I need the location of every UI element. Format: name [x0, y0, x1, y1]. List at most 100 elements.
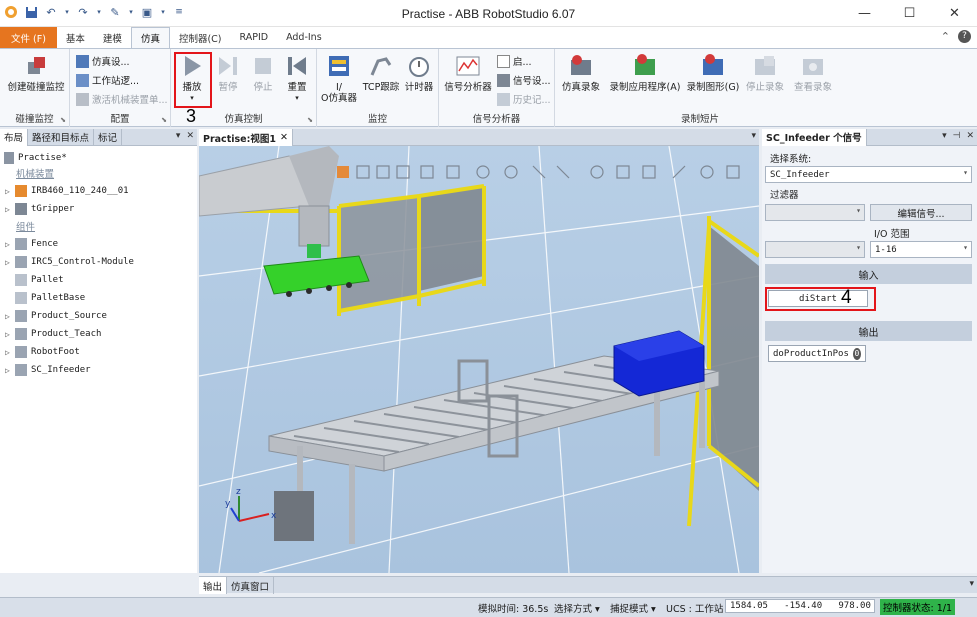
io-range-select[interactable]: 1-16 ▾ — [870, 241, 972, 258]
select-mode-dropdown[interactable]: 选择方式 ▾ — [554, 601, 600, 615]
config-group-launcher-icon[interactable]: ⬊ — [161, 116, 167, 124]
create-collision-monitor-label: 创建碰撞监控 — [7, 82, 65, 93]
tree-item-fence[interactable]: ▷ Fence — [5, 235, 58, 253]
output-signal-value[interactable]: 0 — [852, 347, 861, 360]
tab-modeling[interactable]: 建模 — [94, 27, 131, 48]
tree-item-pallet-base[interactable]: PalletBase — [15, 289, 85, 307]
snap-mode-dropdown[interactable]: 捕捉模式 ▾ — [610, 601, 656, 615]
panel-close-icon[interactable]: ✕ — [186, 131, 194, 141]
sim-control-group-launcher-icon[interactable]: ⬊ — [307, 116, 313, 124]
stop-record-label: 停止录象 — [745, 82, 784, 93]
expand-arrow-icon[interactable]: ▷ — [5, 366, 15, 375]
signals-pin-icon[interactable]: ⊣ — [953, 131, 961, 141]
tree-item-product-source[interactable]: ▷ Product_Source — [5, 307, 107, 325]
signal-setup-button[interactable]: 信号设... — [497, 72, 551, 88]
signals-menu-icon[interactable]: ▾ — [942, 131, 947, 141]
tree-item-gripper[interactable]: ▷ tGripper — [5, 200, 74, 218]
view1-close-icon[interactable]: ✕ — [280, 132, 288, 143]
station-scene[interactable]: z x y — [199, 146, 759, 573]
tab-simulation[interactable]: 仿真 — [130, 27, 170, 48]
tab-output[interactable]: 输出 — [199, 577, 228, 594]
controller-status-badge[interactable]: 控制器状态: 1/1 — [880, 599, 956, 615]
tree-item-robot-foot[interactable]: ▷ RobotFoot — [5, 343, 80, 361]
view-record-button[interactable]: 查看录象 — [791, 53, 835, 94]
svg-text:x: x — [271, 511, 277, 521]
tcp-trace-label: TCP跟踪 — [362, 82, 400, 93]
collision-group-label: 碰撞监控 — [15, 114, 54, 125]
create-collision-monitor-button[interactable]: 创建碰撞监控 — [4, 53, 68, 94]
tree-item-label: IRB460_110_240__01 — [31, 186, 129, 196]
output-signal-doproductinpos[interactable]: doProductInPos 0 — [768, 345, 866, 362]
output-menu-icon[interactable]: ▾ — [969, 579, 974, 589]
viewport-menu-icon[interactable]: ▾ — [751, 131, 756, 141]
expand-arrow-icon[interactable]: ▷ — [5, 330, 15, 339]
tab-paths-targets[interactable]: 路径和目标点 — [28, 128, 95, 146]
tab-rapid[interactable]: RAPID — [231, 27, 278, 48]
viewport-tabs: Practise:视图1 ✕ ▾ — [199, 129, 759, 146]
component-icon — [15, 364, 27, 376]
tab-file[interactable]: 文件 (F) — [0, 27, 57, 48]
expand-arrow-icon[interactable]: ▷ — [5, 312, 15, 321]
close-button[interactable]: ✕ — [932, 0, 977, 27]
io-simulator-button[interactable]: I/O仿真器 — [319, 53, 359, 104]
tab-signals[interactable]: SC_Infeeder 个信号 — [762, 128, 867, 146]
activate-mechanism-button[interactable]: 激活机械装置单... — [76, 91, 168, 107]
tree-item-product-teach[interactable]: ▷ Product_Teach — [5, 325, 101, 343]
component-icon — [15, 256, 27, 268]
record-app-button[interactable]: 录制应用程序(A) — [607, 53, 683, 94]
filter-select[interactable]: ▾ — [765, 204, 865, 221]
layout-panel-tabs: 布局 路径和目标点 标记 ▾ ✕ — [0, 128, 197, 146]
maximize-button[interactable]: ☐ — [887, 0, 932, 27]
tree-item-sc-infeeder[interactable]: ▷ SC_Infeeder — [5, 361, 91, 379]
component-icon — [15, 310, 27, 322]
station-logic-button[interactable]: 工作站逻... — [76, 72, 139, 88]
tree-item-robot[interactable]: ▷ IRB460_110_240__01 — [5, 182, 129, 200]
3d-scene[interactable]: z x y — [199, 146, 759, 573]
collision-group-launcher-icon[interactable]: ⬊ — [60, 116, 66, 124]
record-graphics-button[interactable]: 录制图形(G) — [685, 53, 741, 94]
signal-analyzer-group-label: 信号分析器 — [472, 114, 521, 125]
signals-close-icon[interactable]: ✕ — [966, 131, 974, 141]
expand-arrow-icon[interactable]: ▷ — [5, 187, 15, 196]
stop-record-button[interactable]: 停止录象 — [743, 53, 787, 94]
signal-analyzer-button[interactable]: 信号分析器 — [442, 53, 494, 94]
input-section-header: 输入 — [765, 264, 972, 284]
collapse-ribbon-icon[interactable]: ⌃ — [941, 30, 950, 43]
expand-arrow-icon[interactable]: ▷ — [5, 205, 15, 214]
sim-setup-button[interactable]: 仿真设... — [76, 53, 130, 69]
tab-sim-window[interactable]: 仿真窗口 — [227, 577, 275, 594]
tcp-trace-button[interactable]: TCP跟踪 — [361, 53, 401, 94]
stop-record-icon — [752, 53, 778, 79]
tab-view1[interactable]: Practise:视图1 ✕ — [199, 129, 293, 146]
tab-addins[interactable]: Add-Ins — [277, 27, 331, 48]
io-type-select[interactable]: ▾ — [765, 241, 865, 258]
expand-arrow-icon[interactable]: ▷ — [5, 258, 15, 267]
tab-tags[interactable]: 标记 — [94, 128, 123, 146]
expand-arrow-icon[interactable]: ▷ — [5, 348, 15, 357]
tree-item-controller-module[interactable]: ▷ IRC5_Control-Module — [5, 253, 134, 271]
tree-item-pallet[interactable]: Pallet — [15, 271, 64, 289]
tab-basic[interactable]: 基本 — [57, 27, 94, 48]
panel-menu-icon[interactable]: ▾ — [176, 131, 181, 141]
tree-item-label: Product_Teach — [31, 329, 102, 339]
pause-button[interactable]: 暂停 — [213, 53, 243, 94]
timer-button[interactable]: 计时器 — [401, 53, 437, 94]
reset-dropdown-icon[interactable]: ▾ — [295, 94, 299, 102]
config-group-label: 配置 — [110, 114, 130, 125]
sim-record-button[interactable]: 仿真录象 — [558, 53, 604, 94]
expand-arrow-icon[interactable]: ▷ — [5, 240, 15, 249]
activate-mechanism-label: 激活机械装置单... — [92, 95, 168, 106]
controller-count: 1/1 — [936, 603, 953, 614]
component-icon — [15, 328, 27, 340]
tab-controller[interactable]: 控制器(C) — [170, 27, 231, 48]
reset-button[interactable]: 重置 ▾ — [282, 53, 312, 102]
snap-mode-label: 捕捉模式 — [610, 604, 649, 615]
enable-signal-button[interactable]: 启... — [497, 53, 532, 69]
minimize-button[interactable]: — — [842, 0, 887, 27]
system-select[interactable]: SC_Infeeder ▾ — [765, 166, 972, 183]
history-button[interactable]: 历史记... — [497, 91, 551, 107]
help-icon[interactable]: ? — [958, 30, 971, 43]
tab-layout[interactable]: 布局 — [0, 128, 29, 146]
edit-signal-button[interactable]: 编辑信号... — [870, 204, 972, 221]
stop-button[interactable]: 停止 — [248, 53, 278, 94]
